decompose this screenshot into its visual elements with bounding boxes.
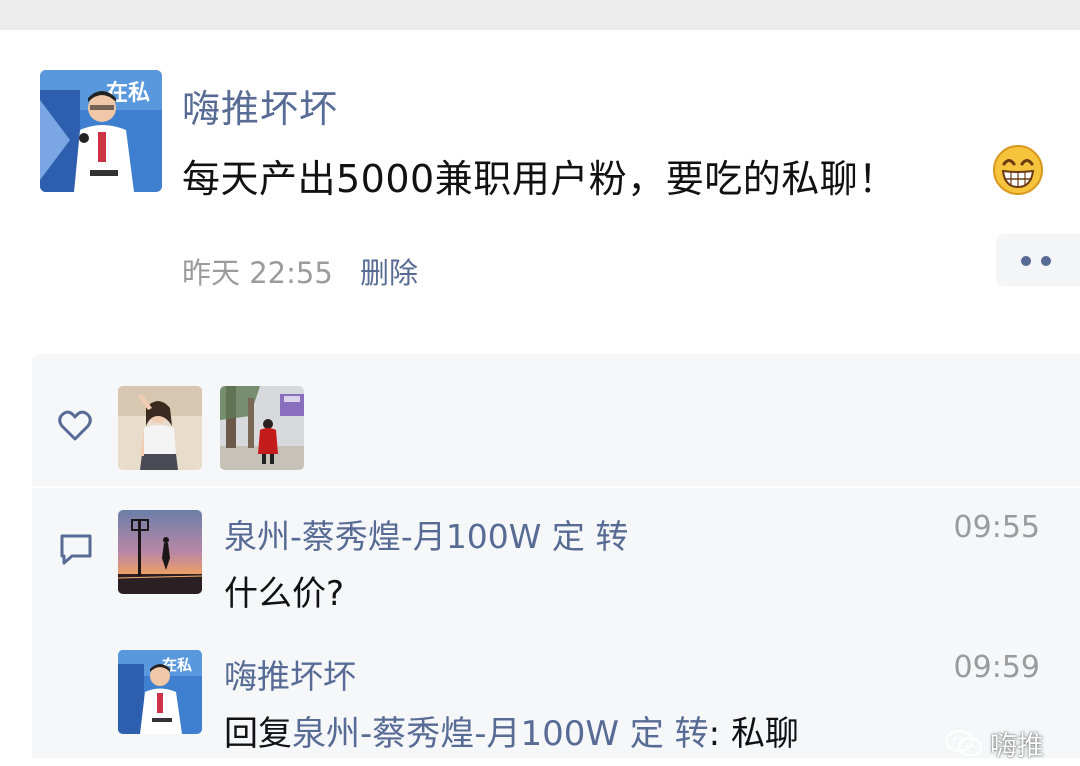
comment-time: 09:59 — [953, 650, 1040, 685]
commenter-avatar[interactable] — [118, 510, 202, 594]
commenter-name[interactable]: 泉州-蔡秀煌-月100W 定 转 — [224, 510, 628, 558]
comment-item[interactable]: 在私 嗨推坏坏 09:59 回复泉州-蔡秀煌-月100W 定 转: 私聊 — [118, 650, 1068, 754]
watermark: 嗨推 — [944, 724, 1044, 762]
comment-time: 09:55 — [953, 510, 1040, 545]
delete-button[interactable]: 删除 — [360, 250, 418, 292]
more-dot-icon — [1041, 256, 1051, 266]
wechat-logo-icon — [944, 729, 984, 759]
reply-body: 私聊 — [730, 714, 799, 754]
reply-text: 回复泉州-蔡秀煌-月100W 定 转: 私聊 — [224, 706, 799, 755]
likes-row — [32, 354, 1080, 486]
comment-text: 什么价? — [224, 574, 345, 614]
reply-target-name[interactable]: 泉州-蔡秀煌-月100W 定 转 — [292, 714, 709, 754]
post-timestamp: 昨天 22:55 — [182, 256, 333, 290]
moment-post: 在私 嗨推坏坏 每天产出5000兼职用户粉，要吃的私聊！ 昨天 22:55 删除 — [0, 30, 1080, 762]
likes-comments-panel: 泉州-蔡秀煌-月100W 定 转 09:55 什么价? 在私 嗨推坏坏 09:5… — [32, 354, 1080, 758]
grinning-face-icon — [992, 144, 1044, 196]
more-options-button[interactable] — [996, 234, 1080, 286]
post-text: 每天产出5000兼职用户粉，要吃的私聊！ — [182, 157, 897, 201]
comment-icon — [58, 532, 94, 566]
heart-icon — [58, 410, 92, 442]
watermark-text: 嗨推 — [990, 731, 1044, 762]
liker-avatar[interactable] — [220, 386, 304, 470]
liker-avatar[interactable] — [118, 386, 202, 470]
author-avatar[interactable]: 在私 — [40, 70, 162, 192]
comment-item[interactable]: 泉州-蔡秀煌-月100W 定 转 09:55 什么价? — [118, 510, 1068, 614]
commenter-name[interactable]: 嗨推坏坏 — [224, 650, 356, 698]
reply-prefix: 回复 — [224, 714, 292, 754]
commenter-avatar[interactable]: 在私 — [118, 650, 202, 734]
more-dot-icon — [1021, 256, 1031, 266]
reply-separator: : — [708, 714, 731, 754]
panel-divider — [32, 486, 1080, 488]
author-name[interactable]: 嗨推坏坏 — [182, 78, 338, 133]
top-status-strip — [0, 0, 1080, 30]
